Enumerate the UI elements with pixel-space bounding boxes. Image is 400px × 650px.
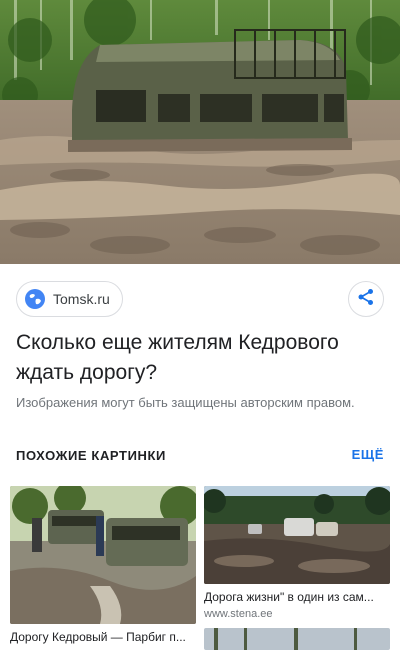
van-in-mud-photo [0,0,400,264]
source-row: Tomsk.ru [16,281,384,317]
van-shape [68,29,352,152]
related-card[interactable]: Дорогу Кедровый — Парбиг п... [10,486,196,645]
share-button[interactable] [348,281,384,317]
source-chip[interactable]: Tomsk.ru [16,281,123,317]
related-domain: www.stena.ee [204,608,273,620]
related-images-title: ПОХОЖИЕ КАРТИНКИ [16,448,166,463]
article-title[interactable]: Сколько еще жителям Кедрового ждать доро… [16,328,384,388]
related-caption: Дорога жизни" в один из сам... [204,590,374,604]
copyright-note: Изображения могут быть защищены авторски… [16,395,355,410]
related-thumbnail [204,628,390,650]
globe-icon [25,289,45,309]
related-thumbnail [10,486,196,624]
more-button[interactable]: ЕЩЁ [352,447,384,462]
related-card[interactable] [204,628,390,650]
related-card[interactable]: Дорога жизни" в один из сам... www.stena… [204,486,390,621]
related-thumbnail [204,486,390,584]
main-image[interactable] [0,0,400,264]
related-caption: Дорогу Кедровый — Парбиг п... [10,630,186,644]
related-images-header: ПОХОЖИЕ КАРТИНКИ ЕЩЁ [16,447,384,465]
share-icon [357,288,375,311]
source-name: Tomsk.ru [53,291,110,307]
